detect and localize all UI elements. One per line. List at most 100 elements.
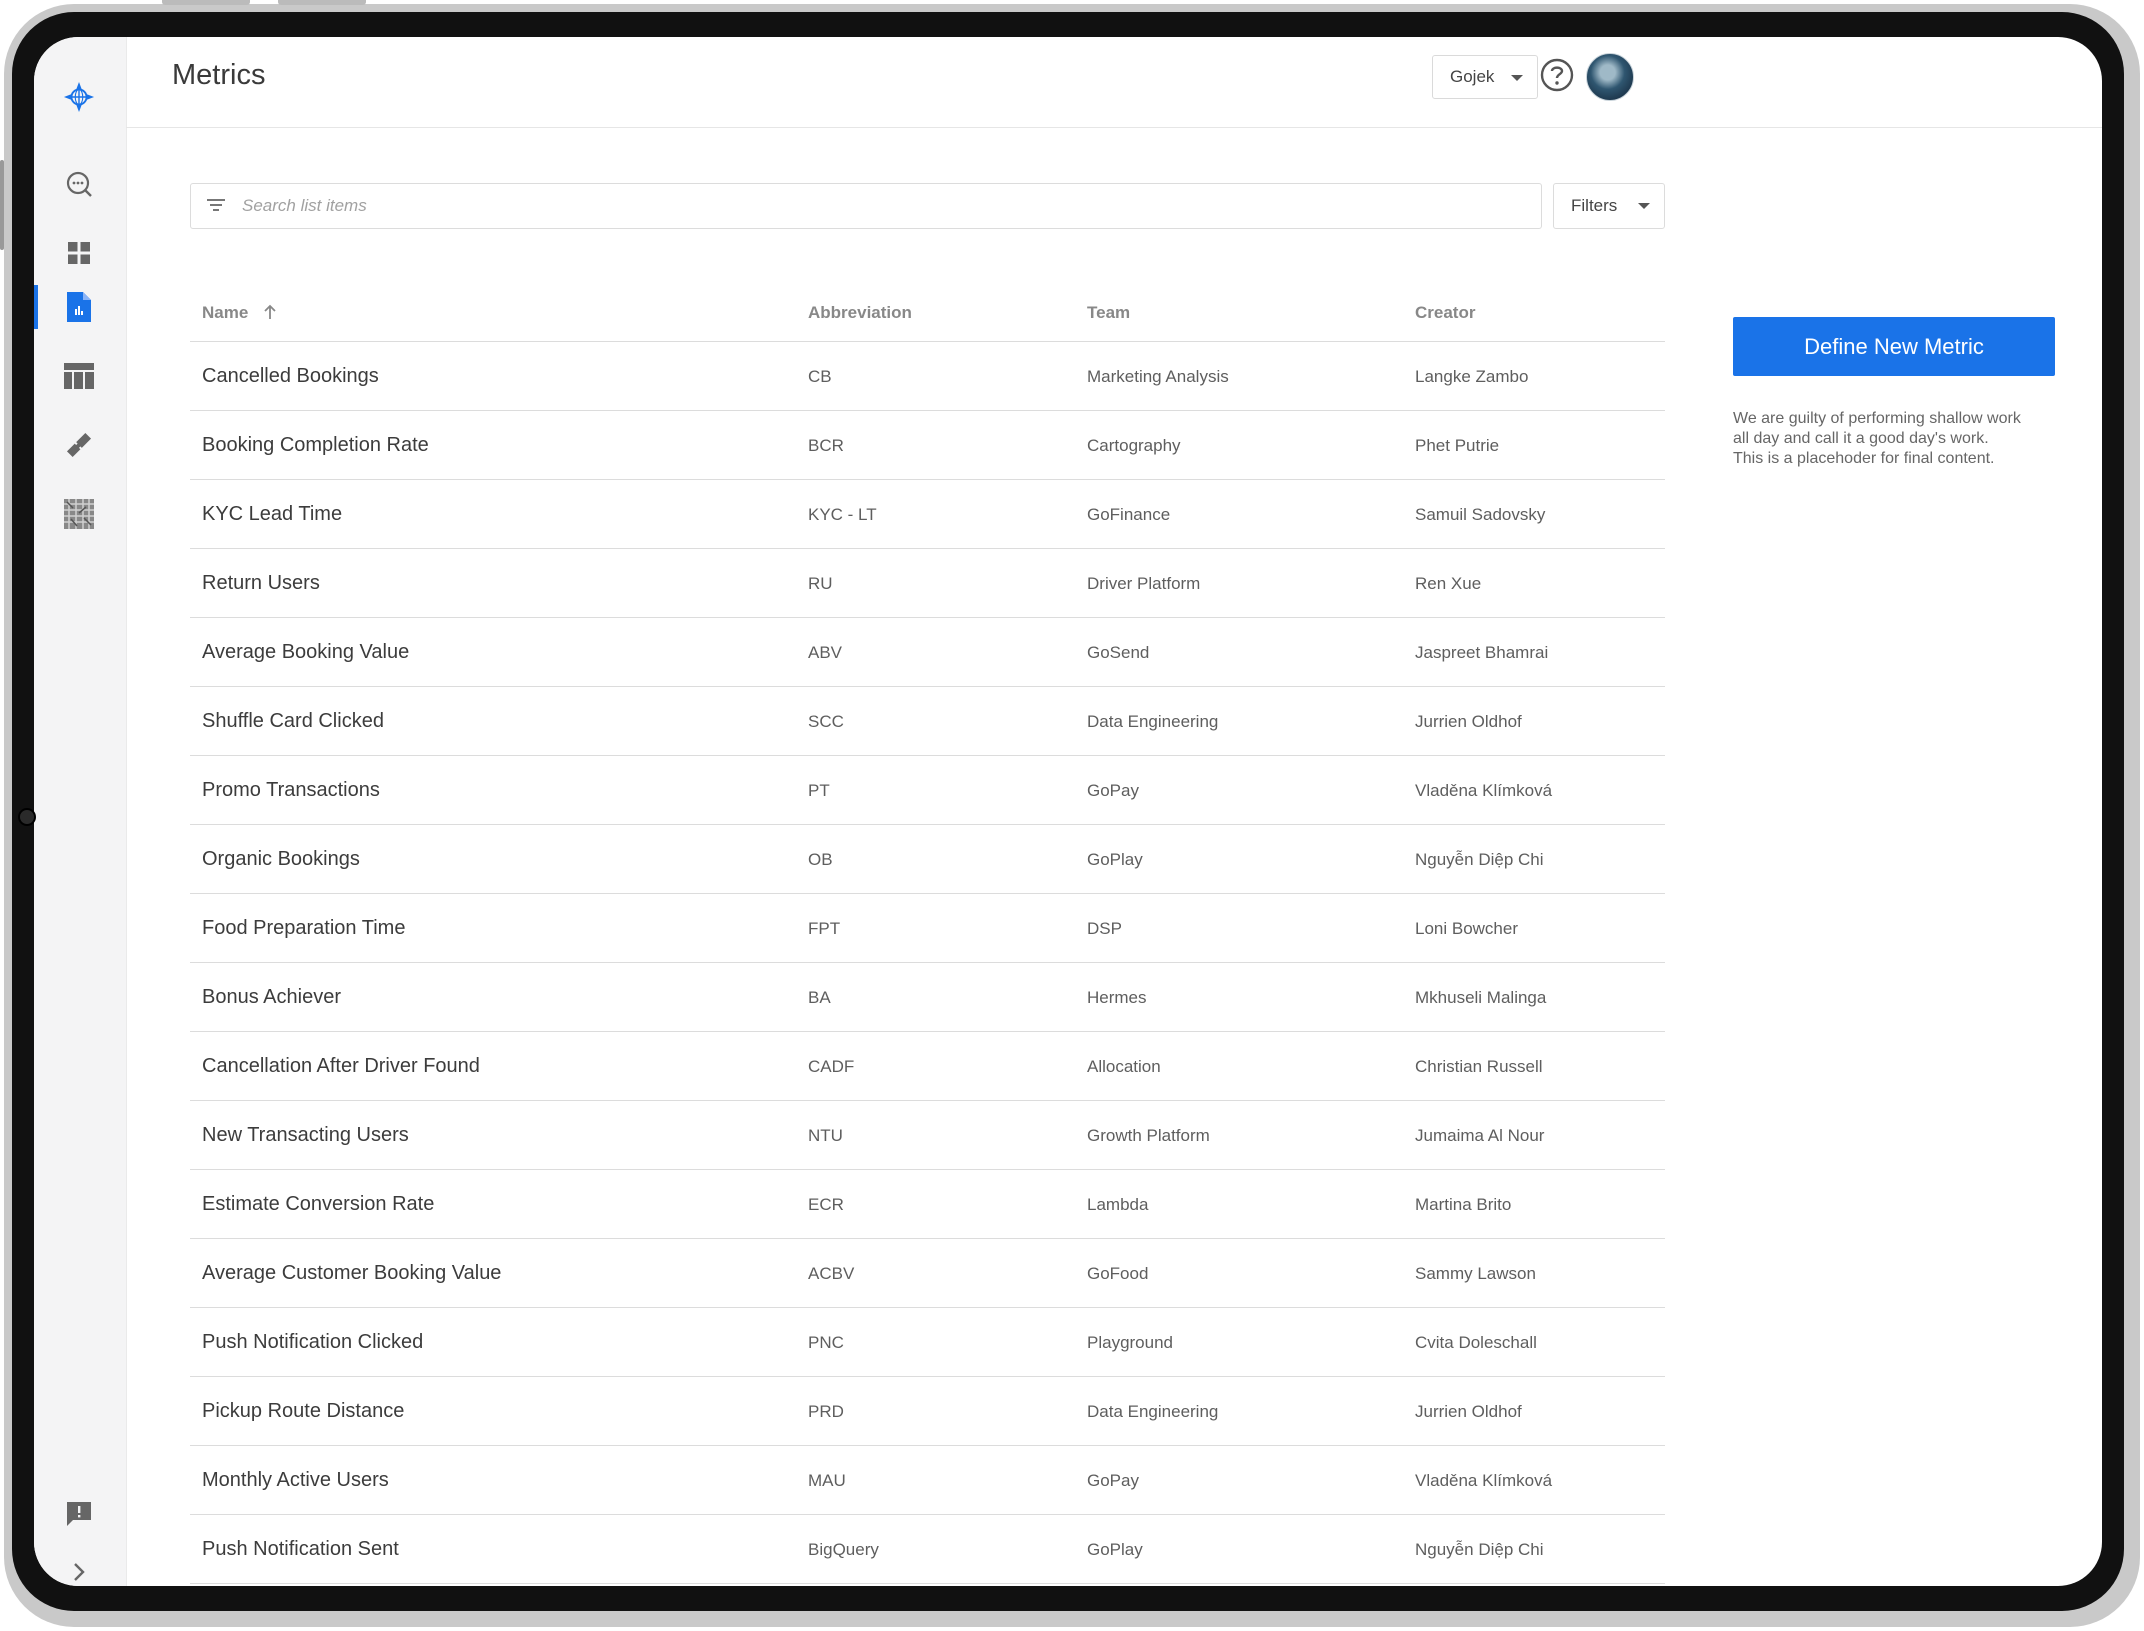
metric-creator: Jurrien Oldhof [1415, 712, 1522, 731]
sort-ascending-icon[interactable] [263, 304, 277, 325]
metric-creator: Loni Bowcher [1415, 919, 1519, 938]
page-title: Metrics [172, 59, 266, 91]
metric-name: Food Preparation Time [202, 917, 406, 939]
metric-name: Cancellation After Driver Found [202, 1055, 480, 1077]
define-new-metric-button[interactable]: Define New Metric [1733, 317, 2055, 376]
table-row[interactable]: Pickup Route Distance PRD Data Engineering… [190, 1377, 1665, 1446]
table-row[interactable]: Monthly Active Users MAU GoPay Vladěna Klím… [190, 1446, 1665, 1515]
explore-search-icon[interactable] [63, 168, 95, 200]
aside-description-line: We are guilty of performing shallow work [1733, 410, 2021, 427]
metric-abbreviation: OB [808, 850, 833, 869]
metric-abbreviation: CB [808, 367, 832, 386]
device-button [162, 0, 250, 5]
metric-team: Allocation [1087, 1057, 1161, 1076]
table-row[interactable]: Shuffle Card Clicked SCC Data Engineering J… [190, 687, 1665, 756]
device-button [278, 0, 366, 5]
metric-name: Push Notification Clicked [202, 1331, 424, 1353]
expand-chevron-icon[interactable] [63, 1556, 95, 1586]
metric-abbreviation: KYC - LT [808, 505, 877, 524]
table-row[interactable]: Food Preparation Time FPT DSP Loni Bowcher [190, 894, 1665, 963]
metric-abbreviation: NTU [808, 1126, 843, 1145]
metric-name: Bonus Achiever [202, 986, 341, 1008]
table-row[interactable]: Push Notification Sent BigQuery GoPlay Nguy… [190, 1515, 1665, 1584]
metric-name: Average Booking Value [202, 641, 410, 663]
app-logo-icon[interactable] [63, 81, 95, 113]
map-texture-icon[interactable] [63, 498, 95, 530]
metric-name: Push Notification Sent [202, 1538, 399, 1560]
metric-creator: Nguyễn Diệp Chi [1415, 1540, 1544, 1559]
metric-name: Return Users [202, 572, 320, 594]
column-header-creator[interactable]: Creator [1415, 303, 1475, 323]
metric-abbreviation: PT [808, 781, 830, 800]
metric-team: Cartography [1087, 436, 1181, 455]
table-row[interactable]: KYC Lead Time KYC - LT GoFinance Samuil Sad… [190, 480, 1665, 549]
metric-name: Shuffle Card Clicked [202, 710, 384, 732]
metric-abbreviation: ECR [808, 1195, 844, 1214]
table-icon[interactable] [63, 360, 95, 392]
column-header-abbreviation[interactable]: Abbreviation [808, 303, 912, 323]
metric-abbreviation: CADF [808, 1057, 855, 1076]
table-row[interactable]: Promo Transactions PT GoPay Vladěna Klímkov… [190, 756, 1665, 825]
metric-creator: Christian Russell [1415, 1057, 1543, 1076]
metric-creator: Martina Brito [1415, 1195, 1512, 1214]
metric-team: Growth Platform [1087, 1126, 1210, 1145]
table-row[interactable]: Return Users RU Driver Platform Ren Xue [190, 549, 1665, 618]
metric-name: New Transacting Users [202, 1124, 409, 1146]
column-header-name[interactable]: Name [202, 303, 277, 325]
metrics-table: Name Abbreviation Team Creator Cancelled… [190, 285, 1665, 1584]
aside-description-line: This is a placehoder for final content. [1733, 450, 1995, 467]
metric-name: Estimate Conversion Rate [202, 1193, 435, 1215]
table-row[interactable]: Bonus Achiever BA Hermes Mkhuseli Malinga [190, 963, 1665, 1032]
table-row[interactable]: New Transacting Users NTU Growth Platform J… [190, 1101, 1665, 1170]
metric-abbreviation: BA [808, 988, 831, 1007]
table-row[interactable]: Booking Completion Rate BCR Cartography Phe… [190, 411, 1665, 480]
filters-dropdown[interactable]: Filters [1553, 183, 1665, 229]
dashboard-grid-icon[interactable] [63, 237, 95, 269]
table-header: Name Abbreviation Team Creator [190, 285, 1665, 342]
table-row[interactable]: Push Notification Clicked PNC Playground Cv… [190, 1308, 1665, 1377]
column-header-team[interactable]: Team [1087, 303, 1130, 323]
metric-team: Playground [1087, 1333, 1174, 1352]
metric-name: Organic Bookings [202, 848, 360, 870]
metric-team: GoSend [1087, 643, 1150, 662]
metric-abbreviation: BigQuery [808, 1540, 879, 1559]
device-camera [18, 808, 36, 826]
sidebar [34, 37, 127, 1586]
tools-icon[interactable] [63, 429, 95, 461]
metric-name: Pickup Route Distance [202, 1400, 405, 1422]
metric-team: Lambda [1087, 1195, 1149, 1214]
aside-description: We are guilty of performing shallow work… [1733, 409, 2073, 469]
help-icon[interactable] [1540, 58, 1574, 92]
app-screen: Metrics Gojek Search list items Filters … [34, 37, 2102, 1586]
table-row[interactable]: Cancelled Bookings CB Marketing Analysis La… [190, 342, 1665, 411]
table-row[interactable]: Estimate Conversion Rate ECR Lambda Martina… [190, 1170, 1665, 1239]
metric-name: Average Customer Booking Value [202, 1262, 502, 1284]
metric-creator: Vladěna Klímková [1415, 1471, 1553, 1490]
filters-label: Filters [1571, 196, 1618, 215]
metric-creator: Vladěna Klímková [1415, 781, 1553, 800]
metric-team: GoPay [1087, 1471, 1139, 1490]
metric-creator: Cvita Doleschall [1415, 1333, 1537, 1352]
metric-creator: Jurrien Oldhof [1415, 1402, 1522, 1421]
metric-creator: Nguyễn Diệp Chi [1415, 850, 1544, 869]
metric-abbreviation: BCR [808, 436, 844, 455]
org-select[interactable]: Gojek [1432, 55, 1538, 99]
metric-name: Booking Completion Rate [202, 434, 429, 456]
metric-abbreviation: ACBV [808, 1264, 855, 1283]
metric-team: GoPlay [1087, 850, 1143, 869]
table-row[interactable]: Organic Bookings OB GoPlay Nguyễn Diệp Chi [190, 825, 1665, 894]
table-row[interactable]: Cancellation After Driver Found CADF Alloc… [190, 1032, 1665, 1101]
metric-team: Data Engineering [1087, 1402, 1219, 1421]
metric-creator: Samuil Sadovsky [1415, 505, 1546, 524]
user-avatar[interactable] [1586, 53, 1634, 101]
table-row[interactable]: Average Booking Value ABV GoSend Jaspreet B… [190, 618, 1665, 687]
feedback-icon[interactable] [63, 1498, 95, 1530]
metric-creator: Ren Xue [1415, 574, 1482, 593]
device-side-button [0, 160, 4, 250]
metric-name: Monthly Active Users [202, 1469, 389, 1491]
table-row[interactable]: Average Customer Booking Value ACBV GoFood… [190, 1239, 1665, 1308]
column-label: Name [202, 303, 249, 322]
metric-abbreviation: RU [808, 574, 833, 593]
search-input[interactable]: Search list items [190, 183, 1542, 229]
metrics-document-icon[interactable] [63, 291, 95, 323]
